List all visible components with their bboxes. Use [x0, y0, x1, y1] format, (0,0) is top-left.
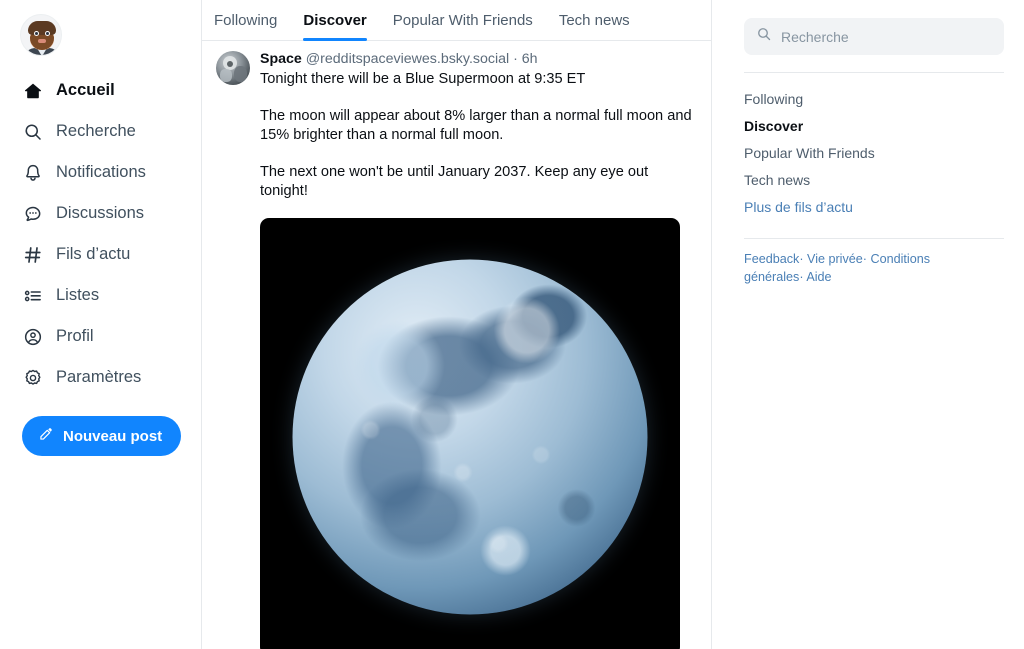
new-post-button-label: Nouveau post	[63, 427, 163, 445]
post-row: Space @redditspaceviewes.bsky.social · 6…	[216, 49, 699, 649]
right-link-following[interactable]: Following	[744, 86, 1004, 113]
list-icon	[22, 285, 43, 306]
feed-column: Following Discover Popular With Friends …	[202, 0, 712, 649]
moon-graphic	[292, 259, 648, 614]
avatar-mouth	[38, 39, 46, 43]
sidebar-item-fils-dactu[interactable]: Fils d’actu	[0, 234, 201, 275]
post-paragraph: Tonight there will be a Blue Supermoon a…	[260, 71, 586, 87]
sidebar-item-discussions[interactable]: Discussions	[0, 193, 201, 234]
feed-links-list: Following Discover Popular With Friends …	[744, 73, 1004, 221]
post-author-handle[interactable]: @redditspaceviewes.bsky.social	[306, 51, 509, 67]
sidebar-item-accueil[interactable]: Accueil	[0, 70, 201, 111]
app-root: Accueil Recherche Notifications Discussi…	[0, 0, 1024, 649]
search-box[interactable]	[744, 18, 1004, 55]
left-sidebar: Accueil Recherche Notifications Discussi…	[0, 0, 202, 649]
footer-dot: ·	[862, 252, 867, 266]
footer-dot: ·	[799, 252, 804, 266]
tab-tech-news[interactable]: Tech news	[559, 12, 630, 40]
meta-separator: ·	[513, 51, 518, 67]
sidebar-nav: Accueil Recherche Notifications Discussi…	[0, 70, 201, 398]
bell-icon	[22, 162, 43, 183]
sidebar-item-parametres[interactable]: Paramètres	[0, 357, 201, 398]
sidebar-item-listes[interactable]: Listes	[0, 275, 201, 316]
sidebar-item-label: Accueil	[56, 81, 115, 99]
sidebar-item-label: Discussions	[56, 204, 145, 222]
avatar-pupil-left	[35, 32, 38, 35]
tab-popular-with-friends[interactable]: Popular With Friends	[393, 12, 533, 40]
home-icon	[22, 80, 43, 101]
compose-pencil-icon	[38, 426, 54, 446]
avatar-detail	[220, 69, 232, 82]
post-meta: Space @redditspaceviewes.bsky.social · 6…	[260, 50, 699, 68]
right-link-more-feeds[interactable]: Plus de fils d’actu	[744, 194, 1004, 221]
footer-link-privacy[interactable]: Vie privée	[807, 252, 863, 266]
post-timestamp: 6h	[521, 51, 538, 67]
right-link-popular-with-friends[interactable]: Popular With Friends	[744, 140, 1004, 167]
sidebar-item-label: Paramètres	[56, 368, 142, 386]
tab-discover[interactable]: Discover	[303, 12, 368, 41]
feed-tabs: Following Discover Popular With Friends …	[202, 0, 711, 41]
tab-label: Following	[214, 12, 278, 29]
footer-links: Feedback· Vie privée· Conditions général…	[744, 239, 944, 286]
right-link-tech-news[interactable]: Tech news	[744, 167, 1004, 194]
sidebar-item-label: Notifications	[56, 163, 146, 181]
sidebar-item-recherche[interactable]: Recherche	[0, 111, 201, 152]
sidebar-item-label: Fils d’actu	[56, 245, 131, 263]
right-link-discover[interactable]: Discover	[744, 113, 1004, 140]
search-icon	[756, 26, 772, 47]
footer-link-feedback[interactable]: Feedback	[744, 252, 799, 266]
tab-label: Popular With Friends	[392, 12, 533, 29]
tab-label: Discover	[303, 12, 367, 29]
post-body: Space @redditspaceviewes.bsky.social · 6…	[260, 49, 699, 649]
post-author-name[interactable]: Space	[260, 51, 302, 67]
tab-label: Tech news	[558, 12, 630, 29]
post-card[interactable]: Space @redditspaceviewes.bsky.social · 6…	[202, 41, 711, 649]
footer-link-help[interactable]: Aide	[806, 270, 831, 284]
search-input[interactable]	[781, 28, 992, 45]
chat-bubble-icon	[22, 203, 43, 224]
sidebar-item-label: Listes	[56, 286, 100, 304]
sidebar-item-label: Profil	[56, 327, 94, 345]
avatar-hair	[28, 21, 56, 35]
tab-following[interactable]: Following	[214, 12, 277, 40]
post-image-supermoon[interactable]	[260, 217, 680, 649]
post-author-avatar[interactable]	[216, 51, 250, 85]
avatar-detail	[234, 66, 247, 82]
avatar-detail	[227, 61, 233, 67]
compose-container: Nouveau post	[0, 398, 201, 456]
post-text: Tonight there will be a Blue Supermoon a…	[260, 70, 699, 202]
sidebar-item-notifications[interactable]: Notifications	[0, 152, 201, 193]
avatar[interactable]	[20, 14, 62, 56]
avatar-container[interactable]	[0, 12, 201, 66]
user-circle-icon	[22, 326, 43, 347]
footer-dot: ·	[799, 270, 804, 284]
post-paragraph: The moon will appear about 8% larger tha…	[260, 107, 692, 144]
post-paragraph: The next one won't be until January 2037…	[260, 163, 649, 200]
sidebar-item-label: Recherche	[56, 122, 136, 140]
gear-icon	[22, 367, 43, 388]
search-icon	[22, 121, 43, 142]
new-post-button[interactable]: Nouveau post	[22, 416, 182, 456]
right-sidebar: Following Discover Popular With Friends …	[712, 0, 1024, 649]
avatar-pupil-right	[46, 32, 49, 35]
hashtag-icon	[22, 244, 43, 265]
sidebar-item-profil[interactable]: Profil	[0, 316, 201, 357]
